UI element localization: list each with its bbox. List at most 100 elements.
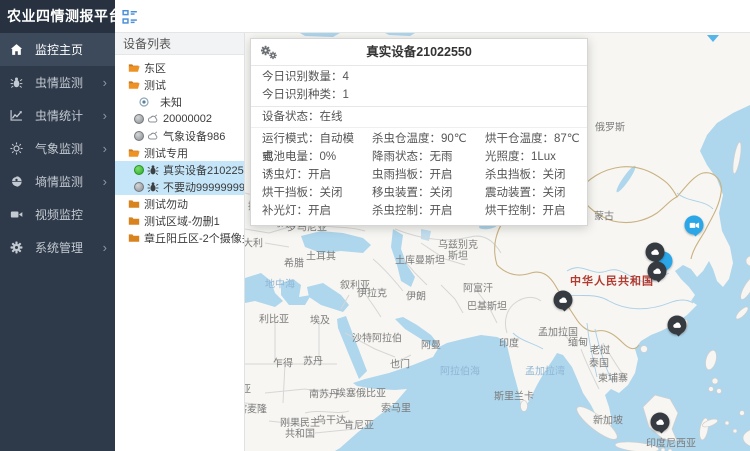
chevron-right-icon: ›: [103, 109, 107, 122]
popup-field: 补光灯：开启: [251, 202, 361, 220]
weather-icon: [147, 130, 159, 142]
popup-field: 设备状态：在线: [251, 108, 587, 126]
tree-device-4[interactable]: 气象设备986: [115, 127, 244, 144]
popup-field: 今日识别数量：4: [251, 68, 587, 86]
folder-open-icon: [128, 147, 140, 159]
panel-toggle-icon[interactable]: [122, 9, 138, 25]
device-popup: 真实设备21022550 今日识别数量：4今日识别种类：1 设备状态：在线 运行…: [250, 38, 588, 226]
popup-field: 电池电量：0%: [251, 148, 361, 166]
popup-field: 烘干挡板：关闭: [251, 184, 361, 202]
insect-station-pin[interactable]: [668, 316, 687, 335]
weather-cloud-icon: [649, 246, 661, 258]
folder-open-icon: [128, 79, 140, 91]
weather-cloud-icon: [654, 416, 666, 428]
status-dot-offline: [134, 131, 144, 141]
insect-station-pin[interactable]: [648, 262, 667, 281]
sidebar-menu: 监控主页虫情监测›虫情统计›气象监测›墒情监测›视频监控系统管理›: [0, 33, 115, 264]
camera-station-pin[interactable]: [685, 216, 704, 235]
insect-station-pin[interactable]: [651, 413, 670, 432]
popup-field: 今日识别种类：1: [251, 86, 587, 104]
status-dot-offline: [134, 114, 144, 124]
sidebar-item-0[interactable]: 监控主页: [0, 33, 115, 66]
popup-field: 光照度：1Lux: [474, 148, 587, 166]
sidebar-item-label: 虫情监测: [35, 74, 103, 91]
sidebar-item-label: 视频监控: [35, 206, 107, 223]
sidebar-item-5[interactable]: 视频监控: [0, 198, 115, 231]
tree-item-label: 气象设备986: [163, 128, 225, 144]
tree-item-label: 测试专用: [144, 145, 188, 161]
tree-folder-1[interactable]: 测试: [115, 76, 244, 93]
popup-field: 杀虫挡板：关闭: [474, 166, 587, 184]
popup-field: 震动装置：关闭: [474, 184, 587, 202]
insect-station-pin[interactable]: [554, 291, 573, 310]
tree-folder-10[interactable]: 章丘阳丘区-2个摄像头: [115, 229, 244, 246]
tree-item-label: 真实设备21022550: [163, 162, 244, 178]
popup-field: 杀虫仓温度：90℃: [361, 130, 474, 148]
popup-field: 运行模式：自动模式: [251, 130, 361, 148]
device-tree: 东区测试未知 20000002 气象设备986测试专用真实设备21022550不要动…: [115, 55, 244, 246]
gear-icon: [10, 241, 23, 254]
popup-field: 诱虫灯：开启: [251, 166, 361, 184]
bug-icon: [147, 181, 159, 193]
folder-closed-icon: [128, 198, 140, 210]
sidebar-item-label: 监控主页: [35, 41, 107, 58]
device-list-header: 设备列表: [115, 33, 244, 55]
bug-icon: [147, 164, 159, 176]
sidebar-item-4[interactable]: 墒情监测›: [0, 165, 115, 198]
globe-icon: [10, 175, 23, 188]
tree-folder-8[interactable]: 测试勿动: [115, 195, 244, 212]
sidebar-item-label: 系统管理: [35, 239, 103, 256]
tree-folder-5[interactable]: 测试专用: [115, 144, 244, 161]
device-list-panel: 设备列表 东区测试未知 20000002 气象设备986测试专用真实设备210225…: [115, 33, 245, 451]
insect-station-pin[interactable]: [646, 243, 665, 262]
tree-device-3[interactable]: 20000002: [115, 110, 244, 127]
tree-device-2[interactable]: 未知: [115, 93, 244, 110]
chart-icon: [10, 109, 23, 122]
partial-pin-tail[interactable]: [707, 35, 719, 48]
popup-field: 降雨状态：无雨: [361, 148, 474, 166]
chevron-right-icon: ›: [103, 142, 107, 155]
main-region: 设备列表 东区测试未知20000002气象设备986测试专用真实设备210225…: [115, 0, 750, 451]
tree-item-label: 测试勿动: [144, 196, 188, 212]
tree-folder-9[interactable]: 测试区域-勿删1: [115, 212, 244, 229]
tree-item-label: 不要动99999999: [163, 179, 244, 195]
weather-cloud-icon: [651, 265, 663, 277]
sidebar: 农业四情测报平台 监控主页虫情监测›虫情统计›气象监测›墒情监测›视频监控系统管…: [0, 0, 115, 451]
chevron-right-icon: ›: [103, 241, 107, 254]
sidebar-item-1[interactable]: 虫情监测›: [0, 66, 115, 99]
tree-item-label: 测试区域-勿删1: [144, 213, 220, 229]
tree-device-7[interactable]: 不要动99999999: [115, 178, 244, 195]
popup-field: 烘干仓温度：87℃: [474, 130, 587, 148]
popup-field: 移虫装置：关闭: [361, 184, 474, 202]
sidebar-item-2[interactable]: 虫情统计›: [0, 99, 115, 132]
sidebar-item-6[interactable]: 系统管理›: [0, 231, 115, 264]
topbar: [115, 0, 750, 33]
sidebar-item-label: 虫情统计: [35, 107, 103, 124]
sidebar-item-3[interactable]: 气象监测›: [0, 132, 115, 165]
popup-fields: 运行模式：自动模式杀虫仓温度：90℃烘干仓温度：87℃ 电池电量：0%降雨状态：无…: [251, 128, 587, 225]
popup-status: 设备状态：在线: [251, 107, 587, 128]
status-dot-online: [134, 165, 144, 175]
device-popup-header: 真实设备21022550: [251, 39, 587, 66]
sidebar-item-label: 气象监测: [35, 140, 103, 157]
bug-icon: [10, 76, 23, 89]
tree-item-label: 东区: [144, 60, 166, 76]
tree-item-label: 测试: [144, 77, 166, 93]
status-dot-offline: [134, 182, 144, 192]
popup-field: 杀虫控制：开启: [361, 202, 474, 220]
sun-icon: [10, 142, 23, 155]
app-title: 农业四情测报平台: [0, 0, 115, 33]
popup-field: 烘干控制：开启: [474, 202, 587, 220]
app-window: 农业四情测报平台 监控主页虫情监测›虫情统计›气象监测›墒情监测›视频监控系统管…: [0, 0, 750, 451]
popup-summary: 今日识别数量：4今日识别种类：1: [251, 66, 587, 107]
tree-folder-0[interactable]: 东区: [115, 59, 244, 76]
settings-gears-icon[interactable]: [261, 45, 278, 60]
tree-device-6[interactable]: 真实设备21022550: [115, 161, 244, 178]
chevron-right-icon: ›: [103, 76, 107, 89]
folder-closed-icon: [128, 215, 140, 227]
weather-icon: [147, 113, 159, 125]
home-icon: [10, 43, 23, 56]
tree-item-label: 20000002: [163, 113, 212, 125]
map[interactable]: 俄罗斯蒙古中华人民共和国哈萨克斯坦乌克兰捷克匈牙利罗马尼亚意大利乌兹别克 斯坦土…: [245, 33, 750, 451]
weather-cloud-icon: [671, 319, 683, 331]
